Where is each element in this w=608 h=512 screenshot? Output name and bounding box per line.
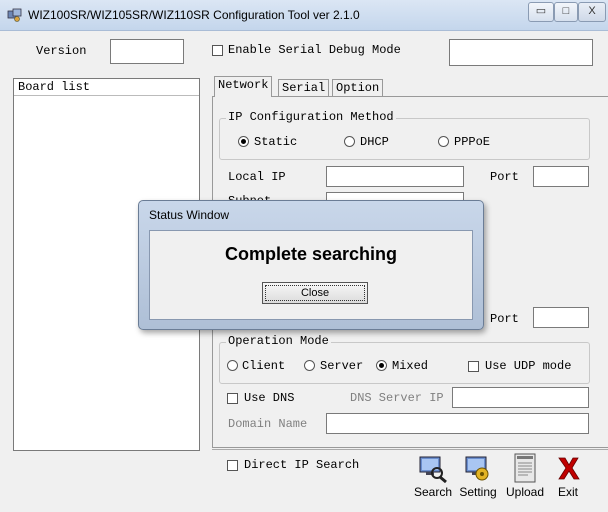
server-port-field[interactable] [533,307,589,328]
radio-dhcp[interactable] [344,136,355,147]
setting-button[interactable]: Setting [455,453,501,499]
port-field[interactable] [533,166,589,187]
version-label: Version [36,44,87,58]
app-icon [7,8,22,22]
board-list-header[interactable]: Board list [14,79,199,96]
udp-mode-label: Use UDP mode [485,359,572,373]
radio-client-label: Client [242,359,286,373]
title-bar[interactable]: WIZ100SR/WIZ105SR/WIZ110SR Configuration… [0,0,608,31]
exit-icon [558,457,580,480]
udp-mode-checkbox[interactable] [468,361,479,372]
ip-config-title: IP Configuration Method [226,110,396,124]
main-window: WIZ100SR/WIZ105SR/WIZ110SR Configuration… [0,0,608,512]
bottom-separator [212,449,608,450]
setting-button-label: Setting [459,485,497,499]
radio-static[interactable] [238,136,249,147]
tab-option-label: Option [336,81,380,95]
radio-client[interactable] [227,360,238,371]
dns-server-label: DNS Server IP [350,391,444,405]
domain-name-field[interactable] [326,413,589,434]
minimize-icon: ▭ [535,5,547,17]
status-window[interactable]: Status Window Complete searching Close [138,200,484,330]
local-ip-label: Local IP [228,170,286,184]
radio-mixed[interactable] [376,360,387,371]
close-icon: X [588,5,596,17]
setting-icon [465,456,489,481]
search-button[interactable]: Search [410,453,456,499]
debug-field[interactable] [449,39,593,66]
exit-button[interactable]: Exit [548,453,588,499]
status-message: Complete searching [224,244,398,264]
search-icon [419,456,447,483]
upload-button-label: Upload [505,485,545,499]
tab-option[interactable]: Option [332,79,384,97]
status-close-label: Close [300,287,330,299]
maximize-button[interactable]: □ [554,2,578,22]
maximize-icon: □ [562,5,570,17]
radio-static-label: Static [254,135,298,149]
status-window-body: Complete searching Close [149,230,473,320]
server-port-label: Port [490,312,519,326]
upload-button[interactable]: Upload [502,453,548,499]
close-window-button[interactable]: X [578,2,606,22]
radio-pppoe[interactable] [438,136,449,147]
operation-mode-title: Operation Mode [226,334,331,348]
radio-server[interactable] [304,360,315,371]
status-window-title: Status Window [149,208,230,222]
radio-server-label: Server [320,359,364,373]
direct-ip-checkbox[interactable] [227,460,238,471]
exit-button-label: Exit [557,485,578,499]
use-dns-checkbox[interactable] [227,393,238,404]
tab-network-label: Network [218,78,269,92]
version-field[interactable] [110,39,184,64]
debug-mode-label: Enable Serial Debug Mode [228,43,401,57]
search-button-label: Search [413,485,453,499]
domain-name-label: Domain Name [228,417,308,431]
minimize-button[interactable]: ▭ [528,2,554,22]
tab-serial[interactable]: Serial [278,79,330,97]
window-title: WIZ100SR/WIZ105SR/WIZ110SR Configuration… [28,8,360,22]
direct-ip-label: Direct IP Search [244,458,360,472]
radio-mixed-label: Mixed [392,359,429,373]
radio-dhcp-label: DHCP [360,135,389,149]
upload-icon [514,453,536,483]
local-ip-field[interactable] [326,166,464,187]
radio-pppoe-label: PPPoE [454,135,491,149]
dns-server-field[interactable] [452,387,589,408]
board-list-header-label: Board list [18,80,91,94]
tab-network[interactable]: Network [214,76,273,97]
use-dns-label: Use DNS [244,391,295,405]
tab-serial-label: Serial [282,81,326,95]
port-label: Port [490,170,519,184]
status-close-button[interactable]: Close [262,282,368,304]
debug-mode-checkbox[interactable] [212,45,223,56]
